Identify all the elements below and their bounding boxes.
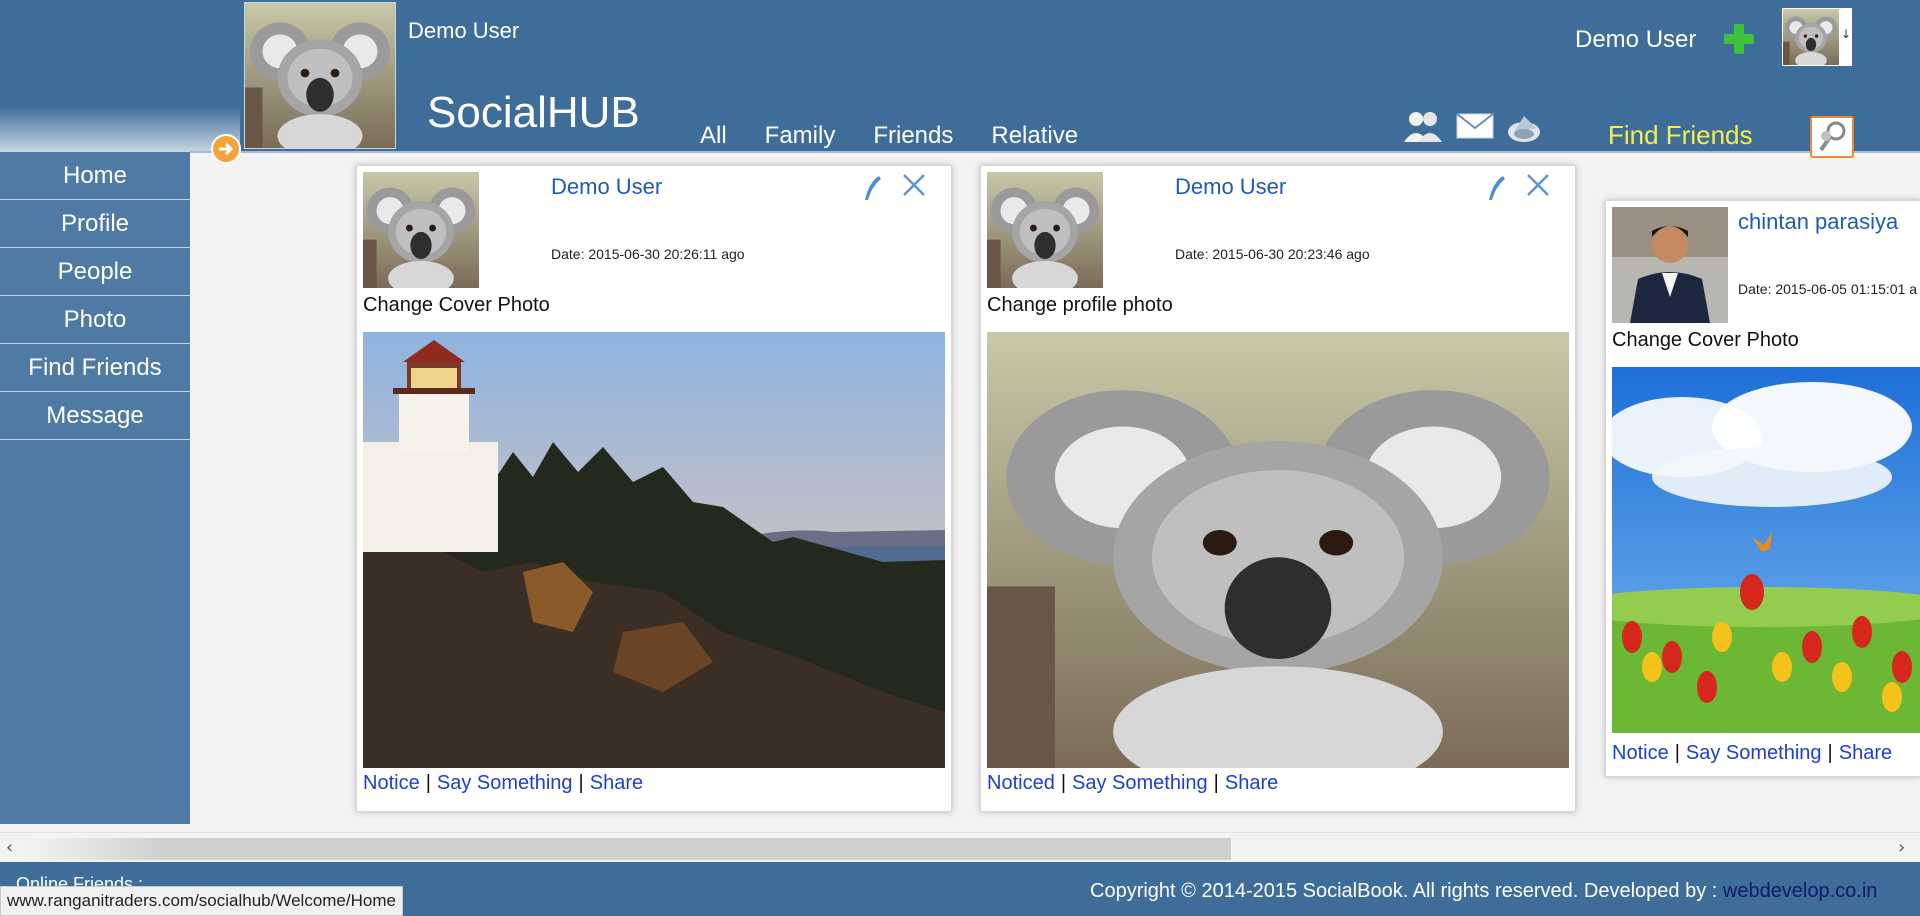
account-avatar xyxy=(1783,9,1839,65)
edit-icon[interactable] xyxy=(859,174,883,204)
post-caption: Change Cover Photo xyxy=(1612,329,1799,351)
sidebar-item-find-friends[interactable]: Find Friends xyxy=(0,344,190,392)
tulips-sky-photo[interactable] xyxy=(1612,367,1920,733)
post-author-avatar[interactable] xyxy=(1612,207,1728,323)
sidebar-item-people[interactable]: People xyxy=(0,248,190,296)
scroll-left-icon[interactable]: ‹ xyxy=(6,837,13,858)
profile-avatar[interactable] xyxy=(244,2,396,149)
sidebar-item-photo[interactable]: Photo xyxy=(0,296,190,344)
koala-photo[interactable] xyxy=(987,332,1569,768)
horizontal-scrollbar[interactable]: ‹ › xyxy=(0,832,1920,862)
find-friends-link[interactable]: Find Friends xyxy=(1608,120,1753,151)
notice-link[interactable]: Notice xyxy=(363,772,420,794)
sidebar: Home Profile People Photo Find Friends M… xyxy=(0,152,190,824)
sidebar-toggle-button[interactable] xyxy=(211,134,241,164)
sidebar-item-message[interactable]: Message xyxy=(0,392,190,440)
post-date: Date: 2015-06-30 20:23:46 ago xyxy=(1175,246,1370,262)
developer-link[interactable]: webdevelop.co.in xyxy=(1723,880,1878,902)
post-date: Date: 2015-06-30 20:26:11 ago xyxy=(551,246,745,262)
feed-filter-tabs: All Family Friends Relative xyxy=(700,122,1078,150)
sidebar-item-profile[interactable]: Profile xyxy=(0,200,190,248)
search-friends-button[interactable] xyxy=(1810,116,1854,158)
say-something-link[interactable]: Say Something xyxy=(437,772,573,794)
share-link[interactable]: Share xyxy=(1225,772,1278,794)
share-link[interactable]: Share xyxy=(1839,742,1892,764)
post-caption: Change profile photo xyxy=(987,294,1173,316)
chevron-down-icon: ↓ xyxy=(1841,27,1852,41)
top-header: Demo User SocialHUB All Family Friends R… xyxy=(0,0,1920,158)
notifications-icon[interactable] xyxy=(1506,110,1542,146)
edit-icon[interactable] xyxy=(1483,174,1507,204)
mail-icon[interactable] xyxy=(1456,110,1494,140)
say-something-link[interactable]: Say Something xyxy=(1686,742,1822,764)
post-author-name[interactable]: Demo User xyxy=(1175,174,1286,200)
tab-all[interactable]: All xyxy=(700,122,727,150)
post-author-name[interactable]: chintan parasiya xyxy=(1738,209,1898,235)
close-icon[interactable] xyxy=(901,172,927,198)
user-search-icon xyxy=(1819,121,1846,152)
user-name[interactable]: Demo User xyxy=(408,18,519,44)
post-author-avatar[interactable] xyxy=(363,172,479,288)
notice-link[interactable]: Notice xyxy=(1612,742,1669,764)
copyright-text: Copyright © 2014-2015 SocialBook. All ri… xyxy=(1090,880,1878,902)
post-card: Demo User Date: 2015-06-30 20:23:46 ago … xyxy=(980,165,1576,812)
scrollbar-thumb[interactable] xyxy=(26,838,1231,860)
close-icon[interactable] xyxy=(1525,172,1551,198)
lighthouse-coast-photo[interactable] xyxy=(363,332,945,768)
say-something-link[interactable]: Say Something xyxy=(1072,772,1208,794)
post-date: Date: 2015-06-05 01:15:01 a xyxy=(1738,281,1918,297)
share-link[interactable]: Share xyxy=(590,772,643,794)
arrow-right-icon xyxy=(219,142,234,156)
account-menu-avatar[interactable]: ↓ xyxy=(1782,8,1852,66)
post-actions: Notice | Say Something | Share xyxy=(363,772,644,794)
add-icon[interactable] xyxy=(1722,22,1756,56)
friends-icon[interactable] xyxy=(1402,110,1444,144)
header-icon-group xyxy=(1402,110,1542,146)
post-card: chintan parasiya Date: 2015-06-05 01:15:… xyxy=(1605,200,1920,777)
sidebar-item-home[interactable]: Home xyxy=(0,152,190,200)
brand-logo[interactable]: SocialHUB xyxy=(427,88,640,138)
post-caption: Change Cover Photo xyxy=(363,294,550,316)
tab-friends[interactable]: Friends xyxy=(873,122,953,150)
account-name[interactable]: Demo User xyxy=(1575,26,1696,54)
post-author-avatar[interactable] xyxy=(987,172,1103,288)
post-author-name[interactable]: Demo User xyxy=(551,174,662,200)
post-actions: Notice | Say Something | Share xyxy=(1612,742,1893,764)
header-divider xyxy=(190,151,1920,153)
tab-relative[interactable]: Relative xyxy=(991,122,1078,150)
status-bar-url: www.ranganitraders.com/socialhub/Welcome… xyxy=(0,886,403,916)
header-gradient xyxy=(0,0,240,152)
noticed-link[interactable]: Noticed xyxy=(987,772,1055,794)
post-card: Demo User Date: 2015-06-30 20:26:11 ago … xyxy=(356,165,952,812)
post-actions: Noticed | Say Something | Share xyxy=(987,772,1279,794)
scroll-right-icon[interactable]: › xyxy=(1898,837,1905,858)
tab-family[interactable]: Family xyxy=(765,122,836,150)
